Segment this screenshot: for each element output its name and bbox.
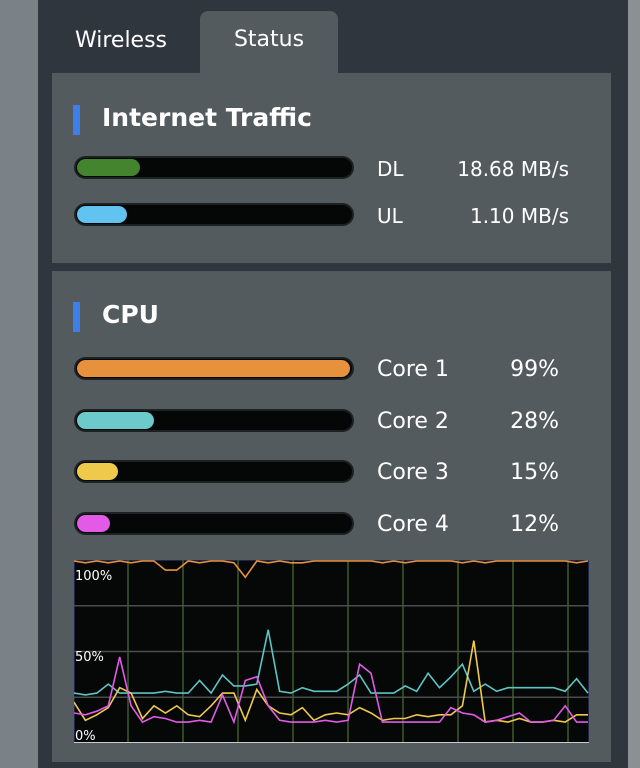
ul-label: UL [377, 204, 403, 228]
ul-bar-fill [77, 206, 127, 223]
ul-value: 1.10 MB/s [469, 204, 569, 228]
tab-status[interactable]: Status [200, 11, 338, 73]
y-tick-label: 0% [75, 729, 96, 743]
ul-bar [74, 203, 354, 226]
section-title: Internet Traffic [102, 103, 312, 132]
core-2-bar-fill [77, 411, 155, 429]
background-strip [628, 0, 640, 768]
core-3-bar-fill [77, 463, 119, 480]
cpu-history-chart: 100% 50% 0% [74, 560, 589, 743]
core-3-bar [74, 460, 354, 483]
internet-traffic-panel: Internet Traffic DL 18.68 MB/s UL 1.10 M… [52, 73, 611, 263]
core-2-value: 28% [510, 408, 559, 434]
y-tick-label: 100% [75, 569, 112, 584]
dl-bar-fill [77, 159, 141, 176]
core-3-value: 15% [510, 460, 559, 485]
core-4-label: Core 4 [377, 511, 449, 537]
section-title: CPU [102, 300, 159, 329]
core-1-label: Core 1 [377, 357, 449, 382]
core-4-value: 12% [510, 511, 559, 537]
y-tick-label: 50% [75, 650, 104, 665]
section-accent [73, 302, 80, 332]
core-3-label: Core 3 [377, 460, 449, 485]
dl-label: DL [377, 157, 404, 181]
core-1-value: 99% [510, 357, 559, 382]
core-4-bar [74, 511, 354, 535]
dl-bar [74, 156, 354, 179]
core-1-bar [74, 357, 354, 380]
core-1-bar-fill [77, 360, 351, 377]
section-accent [73, 105, 80, 135]
core-2-bar [74, 408, 354, 432]
dl-value: 18.68 MB/s [457, 157, 569, 181]
core-4-bar-fill [77, 514, 111, 532]
tab-wireless[interactable]: Wireless [58, 12, 184, 73]
core-2-label: Core 2 [377, 408, 449, 434]
